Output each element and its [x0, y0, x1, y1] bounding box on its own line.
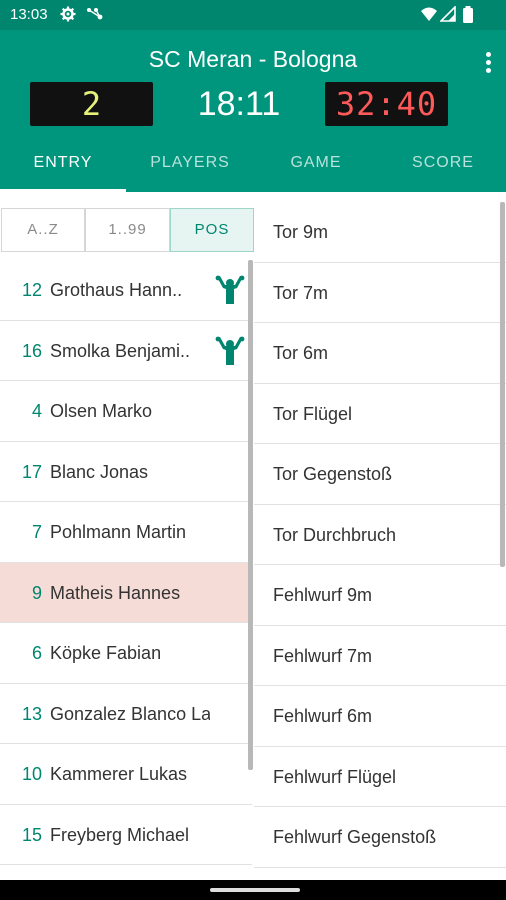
sort-position-button[interactable]: POS — [170, 208, 254, 252]
action-label: Fehlwurf Flügel — [273, 766, 397, 787]
player-name: Grothaus Hann.. — [50, 280, 183, 300]
player-name: Gonzalez Blanco La.. — [50, 703, 210, 724]
player-name: Freyberg Michael — [50, 824, 190, 845]
action-row[interactable]: Fehlwurf 9m — [254, 565, 506, 626]
action-row[interactable]: Tor 6m — [254, 323, 506, 384]
player-list: 12 Grothaus Hann.. 16 Smolka Benjami.. 4… — [0, 260, 252, 865]
action-list: Tor 9m Tor 7m Tor 6m Tor Flügel Tor Gege… — [254, 202, 506, 868]
signal-icon — [439, 5, 456, 25]
action-list-scrollbar[interactable] — [500, 202, 505, 567]
action-label: Fehlwurf Gegenstoß — [273, 827, 437, 847]
player-name: Köpke Fabian — [50, 643, 162, 663]
action-label: Tor 6m — [273, 343, 329, 363]
player-number: 16 — [21, 340, 42, 361]
action-row[interactable]: Fehlwurf Flügel — [254, 746, 506, 807]
player-row[interactable]: 12 Grothaus Hann.. — [0, 260, 252, 321]
player-name: Blanc Jonas — [50, 461, 149, 482]
system-nav-bar — [0, 880, 506, 900]
sort-alpha-button[interactable]: A..Z — [1, 208, 85, 252]
player-name: Matheis Hannes — [50, 582, 181, 603]
action-row[interactable]: Tor 7m — [254, 262, 506, 323]
player-name: Kammerer Lukas — [50, 764, 188, 784]
player-row[interactable]: 6 Köpke Fabian — [0, 623, 252, 684]
action-row[interactable]: Tor Flügel — [254, 383, 506, 444]
player-name: Smolka Benjami.. — [50, 340, 191, 361]
action-label: Fehlwurf 9m — [273, 585, 373, 605]
player-number: 6 — [31, 643, 42, 663]
player-number: 10 — [21, 764, 42, 784]
player-row[interactable]: 10 Kammerer Lukas — [0, 744, 252, 805]
action-row[interactable]: Tor Gegenstoß — [254, 444, 506, 505]
action-label: Tor Durchbruch — [273, 524, 397, 545]
action-row[interactable]: Tor 9m — [254, 202, 506, 263]
player-list-scrollbar[interactable] — [248, 260, 253, 770]
player-name: Olsen Marko — [50, 401, 153, 421]
status-bar: 13:03 — [0, 0, 506, 30]
sort-toggle-group: A..Z 1..99 POS — [0, 208, 254, 252]
player-row[interactable]: 17 Blanc Jonas — [0, 441, 252, 502]
more-vert-icon[interactable] — [484, 52, 492, 76]
tab-players[interactable]: PLAYERS — [127, 148, 253, 192]
player-row[interactable]: 7 Pohlmann Martin — [0, 502, 252, 563]
home-gesture-handle[interactable] — [210, 888, 300, 892]
player-row[interactable]: 4 Olsen Marko — [0, 381, 252, 442]
player-row-selected[interactable]: 9 Matheis Hannes — [0, 562, 252, 623]
tab-score[interactable]: SCORE — [380, 148, 506, 192]
player-name: Pohlmann Martin — [50, 522, 187, 542]
player-number: 4 — [31, 401, 42, 421]
gear-icon — [60, 6, 76, 25]
player-number: 9 — [31, 582, 42, 603]
action-label: Tor 7m — [273, 282, 329, 303]
tab-entry[interactable]: ENTRY — [0, 148, 126, 192]
player-row[interactable]: 16 Smolka Benjami.. — [0, 320, 252, 381]
player-number: 12 — [21, 280, 42, 300]
network-dots-icon — [86, 6, 104, 25]
goalkeeper-icon — [214, 275, 246, 305]
player-row[interactable]: 13 Gonzalez Blanco La.. — [0, 683, 252, 744]
player-number: 7 — [31, 522, 42, 542]
home-score-display: 2 — [30, 82, 153, 126]
player-number: 13 — [21, 703, 42, 724]
match-title: SC Meran - Bologna — [148, 46, 358, 72]
action-label: Tor Flügel — [273, 403, 353, 424]
sort-number-button[interactable]: 1..99 — [85, 208, 170, 252]
action-label: Tor 9m — [273, 222, 329, 242]
player-number: 17 — [21, 461, 42, 482]
player-row[interactable]: 15 Freyberg Michael — [0, 804, 252, 865]
action-row[interactable]: Fehlwurf 7m — [254, 625, 506, 686]
entry-content: A..Z 1..99 POS 12 Grothaus Hann.. 16 Smo… — [0, 192, 506, 880]
action-label: Tor Gegenstoß — [273, 464, 393, 484]
game-clock[interactable]: 18:11 — [153, 82, 325, 126]
goalkeeper-icon — [214, 336, 246, 366]
action-row[interactable]: Fehlwurf Gegenstoß — [254, 807, 506, 868]
action-row[interactable]: Tor Durchbruch — [254, 504, 506, 565]
tab-bar: ENTRY PLAYERS GAME SCORE — [0, 148, 506, 192]
status-time: 13:03 — [10, 6, 48, 23]
action-row[interactable]: Fehlwurf 6m — [254, 686, 506, 747]
away-score-display: 32:40 — [325, 82, 448, 126]
wifi-icon — [420, 6, 438, 25]
action-label: Fehlwurf 7m — [273, 645, 373, 666]
tab-game[interactable]: GAME — [253, 148, 379, 192]
battery-icon — [462, 6, 474, 27]
app-bar: SC Meran - Bologna 2 18:11 32:40 ENTRY P… — [0, 30, 506, 192]
action-label: Fehlwurf 6m — [273, 706, 373, 726]
player-number: 15 — [21, 824, 42, 845]
